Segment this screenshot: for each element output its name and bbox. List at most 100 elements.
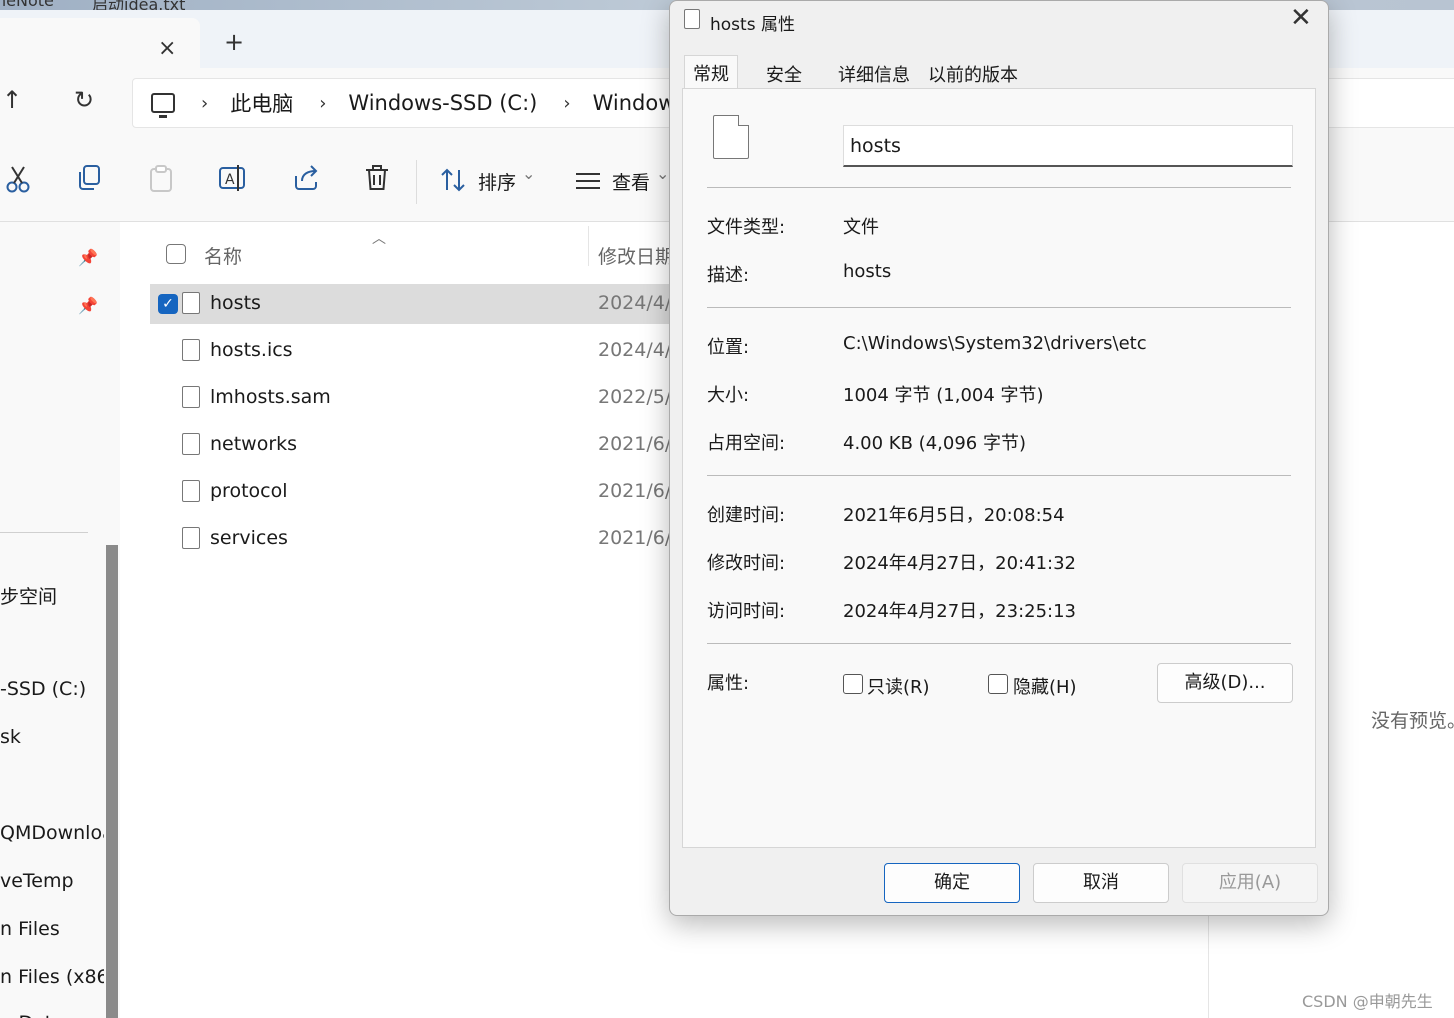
chevron-right-icon[interactable]: › [563, 93, 570, 114]
view-button[interactable]: 查看 [612, 168, 650, 195]
file-date: 2024/4/ [598, 339, 672, 361]
column-divider[interactable] [588, 226, 589, 266]
new-tab-icon[interactable]: + [224, 30, 244, 54]
column-header-name[interactable]: 名称 [204, 242, 242, 269]
nav-item-program-files[interactable]: n Files [0, 918, 104, 940]
up-arrow-icon[interactable]: ↑ [2, 88, 22, 112]
delete-icon[interactable] [364, 164, 390, 192]
table-row[interactable]: ✓ hosts 2024/4/ [150, 284, 690, 324]
modified-value: 2024年4月27日，20:41:32 [843, 553, 1077, 574]
advanced-button[interactable]: 高级(D)... [1157, 663, 1293, 703]
created-value: 2021年6月5日，20:08:54 [843, 505, 1065, 526]
hidden-label[interactable]: 隐藏(H) [1013, 673, 1077, 699]
apply-button[interactable]: 应用(A) [1182, 863, 1318, 903]
nav-item-disk[interactable]: sk [0, 726, 104, 748]
tab-previous-versions[interactable]: 以前的版本 [920, 57, 1026, 89]
file-date: 2021/6/ [598, 527, 672, 549]
nav-item-c-drive[interactable]: -SSD (C:) [0, 678, 104, 700]
file-type-value: 文件 [843, 217, 879, 238]
this-pc-icon[interactable] [151, 93, 175, 118]
breadcrumb-item-this-pc[interactable]: 此电脑 [230, 88, 293, 118]
rename-icon[interactable]: A [218, 164, 248, 192]
nav-item-program-files-x86[interactable]: n Files (x86) [0, 966, 104, 988]
close-icon[interactable]: ✕ [1290, 5, 1312, 31]
nav-item-programdata[interactable]: mData [0, 1012, 104, 1018]
location-value: C:\Windows\System32\drivers\etc [843, 333, 1147, 354]
svg-text:A: A [225, 172, 235, 188]
nav-scrollbar[interactable] [106, 545, 118, 1018]
nav-item-qmdownload[interactable]: QMDownloa [0, 822, 104, 844]
file-name: hosts.ics [210, 339, 293, 361]
accessed-value: 2024年4月27日，23:25:13 [843, 601, 1077, 622]
column-header-modified[interactable]: 修改日期 [598, 242, 674, 269]
tab-details[interactable]: 详细信息 [830, 57, 918, 89]
nav-item-sync-space[interactable]: 步空间 [0, 582, 104, 609]
nav-item-temp[interactable]: veTemp [0, 870, 104, 892]
chevron-right-icon[interactable]: › [319, 93, 326, 114]
modified-label: 修改时间: [707, 553, 786, 574]
file-name: networks [210, 433, 298, 455]
select-all-checkbox[interactable] [166, 244, 186, 264]
table-row[interactable]: services 2021/6/ [150, 519, 690, 559]
copy-icon[interactable] [76, 164, 102, 192]
file-name: services [210, 527, 288, 549]
disk-size-label: 占用空间: [707, 433, 786, 454]
file-name: lmhosts.sam [210, 386, 331, 408]
toolbar-divider [416, 160, 417, 204]
hidden-checkbox[interactable] [988, 674, 1008, 694]
size-label: 大小: [707, 385, 750, 406]
view-icon[interactable] [576, 172, 600, 190]
table-row[interactable]: protocol 2021/6/ [150, 472, 690, 512]
file-icon [182, 292, 200, 314]
file-icon [182, 339, 200, 361]
file-date: 2021/6/ [598, 433, 672, 455]
file-icon [684, 9, 700, 29]
table-row[interactable]: lmhosts.sam 2022/5/ [150, 378, 690, 418]
readonly-checkbox[interactable] [843, 674, 863, 694]
divider [707, 307, 1291, 308]
breadcrumb-item-c-drive[interactable]: Windows-SSD (C:) [348, 91, 537, 115]
sort-ascending-icon: ︿ [372, 231, 386, 247]
chevron-right-icon[interactable]: › [201, 93, 208, 114]
dialog-title: hosts 属性 [710, 15, 795, 35]
chevron-down-icon[interactable]: ⌄ [522, 164, 535, 183]
file-name: protocol [210, 480, 288, 502]
file-date: 2022/5/ [598, 386, 672, 408]
tab-security[interactable]: 安全 [758, 57, 810, 89]
size-value: 1004 字节 (1,004 字节) [843, 385, 1044, 406]
table-row[interactable]: networks 2021/6/ [150, 425, 690, 465]
sort-icon[interactable] [440, 168, 468, 192]
file-icon [182, 480, 200, 502]
cancel-button[interactable]: 取消 [1033, 863, 1169, 903]
ok-button[interactable]: 确定 [884, 863, 1020, 903]
divider [707, 187, 1291, 188]
description-label: 描述: [707, 265, 750, 286]
refresh-icon[interactable]: ↻ [74, 88, 94, 112]
cut-icon[interactable] [4, 164, 32, 194]
file-name-field[interactable] [843, 125, 1293, 167]
share-icon[interactable] [292, 164, 320, 192]
attributes-label: 属性: [707, 673, 750, 694]
chevron-down-icon[interactable]: ⌄ [656, 164, 669, 183]
dialog-titlebar[interactable]: hosts 属性 ✕ [670, 1, 1328, 41]
navigation-pane: 📌 📌 步空间 -SSD (C:) sk QMDownloa veTemp n … [0, 222, 120, 1018]
file-icon [182, 386, 200, 408]
file-icon [713, 115, 749, 159]
location-label: 位置: [707, 337, 750, 358]
table-row[interactable]: hosts.ics 2024/4/ [150, 331, 690, 371]
explorer-tab[interactable]: × [0, 18, 200, 68]
breadcrumb-item-windows[interactable]: Window [593, 91, 676, 115]
file-type-label: 文件类型: [707, 217, 786, 238]
pin-icon[interactable]: 📌 [78, 248, 98, 267]
row-checkbox-checked[interactable]: ✓ [158, 294, 178, 314]
watermark: CSDN @申朝先生 [1302, 992, 1433, 1011]
divider [707, 643, 1291, 644]
pin-icon[interactable]: 📌 [78, 296, 98, 315]
readonly-label[interactable]: 只读(R) [867, 673, 930, 699]
file-icon [182, 527, 200, 549]
file-icon [182, 433, 200, 455]
tab-general[interactable]: 常规 [684, 55, 738, 89]
file-name: hosts [210, 292, 261, 314]
sort-button[interactable]: 排序 [478, 168, 516, 195]
close-tab-icon[interactable]: × [158, 38, 176, 60]
